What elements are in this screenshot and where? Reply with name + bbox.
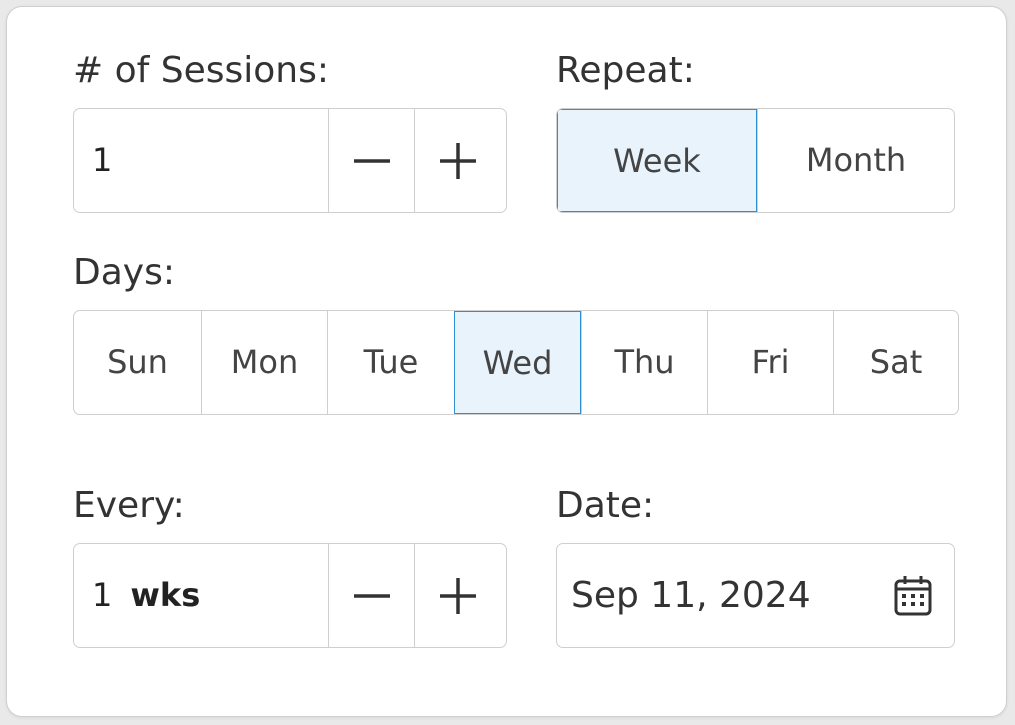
plus-icon [440, 143, 476, 179]
plus-icon [440, 578, 476, 614]
sessions-increment-button[interactable] [414, 109, 501, 212]
every-decrement-button[interactable] [328, 544, 415, 647]
every-label: Every: [73, 485, 185, 526]
date-label: Date: [556, 485, 655, 526]
every-stepper: 1 wks [73, 543, 507, 648]
day-option-thu[interactable]: Thu [581, 311, 707, 414]
sessions-stepper: 1 [73, 108, 507, 213]
day-option-fri[interactable]: Fri [707, 311, 833, 414]
day-option-wed[interactable]: Wed [454, 311, 581, 414]
repeat-label: Repeat: [556, 50, 695, 91]
repeat-segmented-control: Week Month [556, 108, 955, 213]
day-option-sun[interactable]: Sun [74, 311, 201, 414]
day-option-sat[interactable]: Sat [833, 311, 958, 414]
every-increment-button[interactable] [414, 544, 501, 647]
sessions-label: # of Sessions: [73, 50, 329, 91]
date-input[interactable]: Sep 11, 2024 [556, 543, 955, 648]
recurrence-card: # of Sessions: 1 Repeat: Week Month Days… [6, 6, 1007, 717]
sessions-value[interactable]: 1 [92, 109, 112, 212]
day-option-tue[interactable]: Tue [327, 311, 454, 414]
days-label: Days: [73, 252, 175, 293]
repeat-option-week[interactable]: Week [557, 109, 757, 212]
sessions-decrement-button[interactable] [328, 109, 415, 212]
day-option-mon[interactable]: Mon [201, 311, 327, 414]
every-value[interactable]: 1 wks [92, 544, 200, 647]
calendar-icon[interactable] [893, 574, 933, 618]
repeat-option-month[interactable]: Month [757, 109, 954, 212]
minus-icon [354, 159, 390, 163]
days-segmented-control: Sun Mon Tue Wed Thu Fri Sat [73, 310, 959, 415]
minus-icon [354, 594, 390, 598]
date-value: Sep 11, 2024 [571, 575, 811, 616]
every-unit: wks [130, 576, 201, 614]
